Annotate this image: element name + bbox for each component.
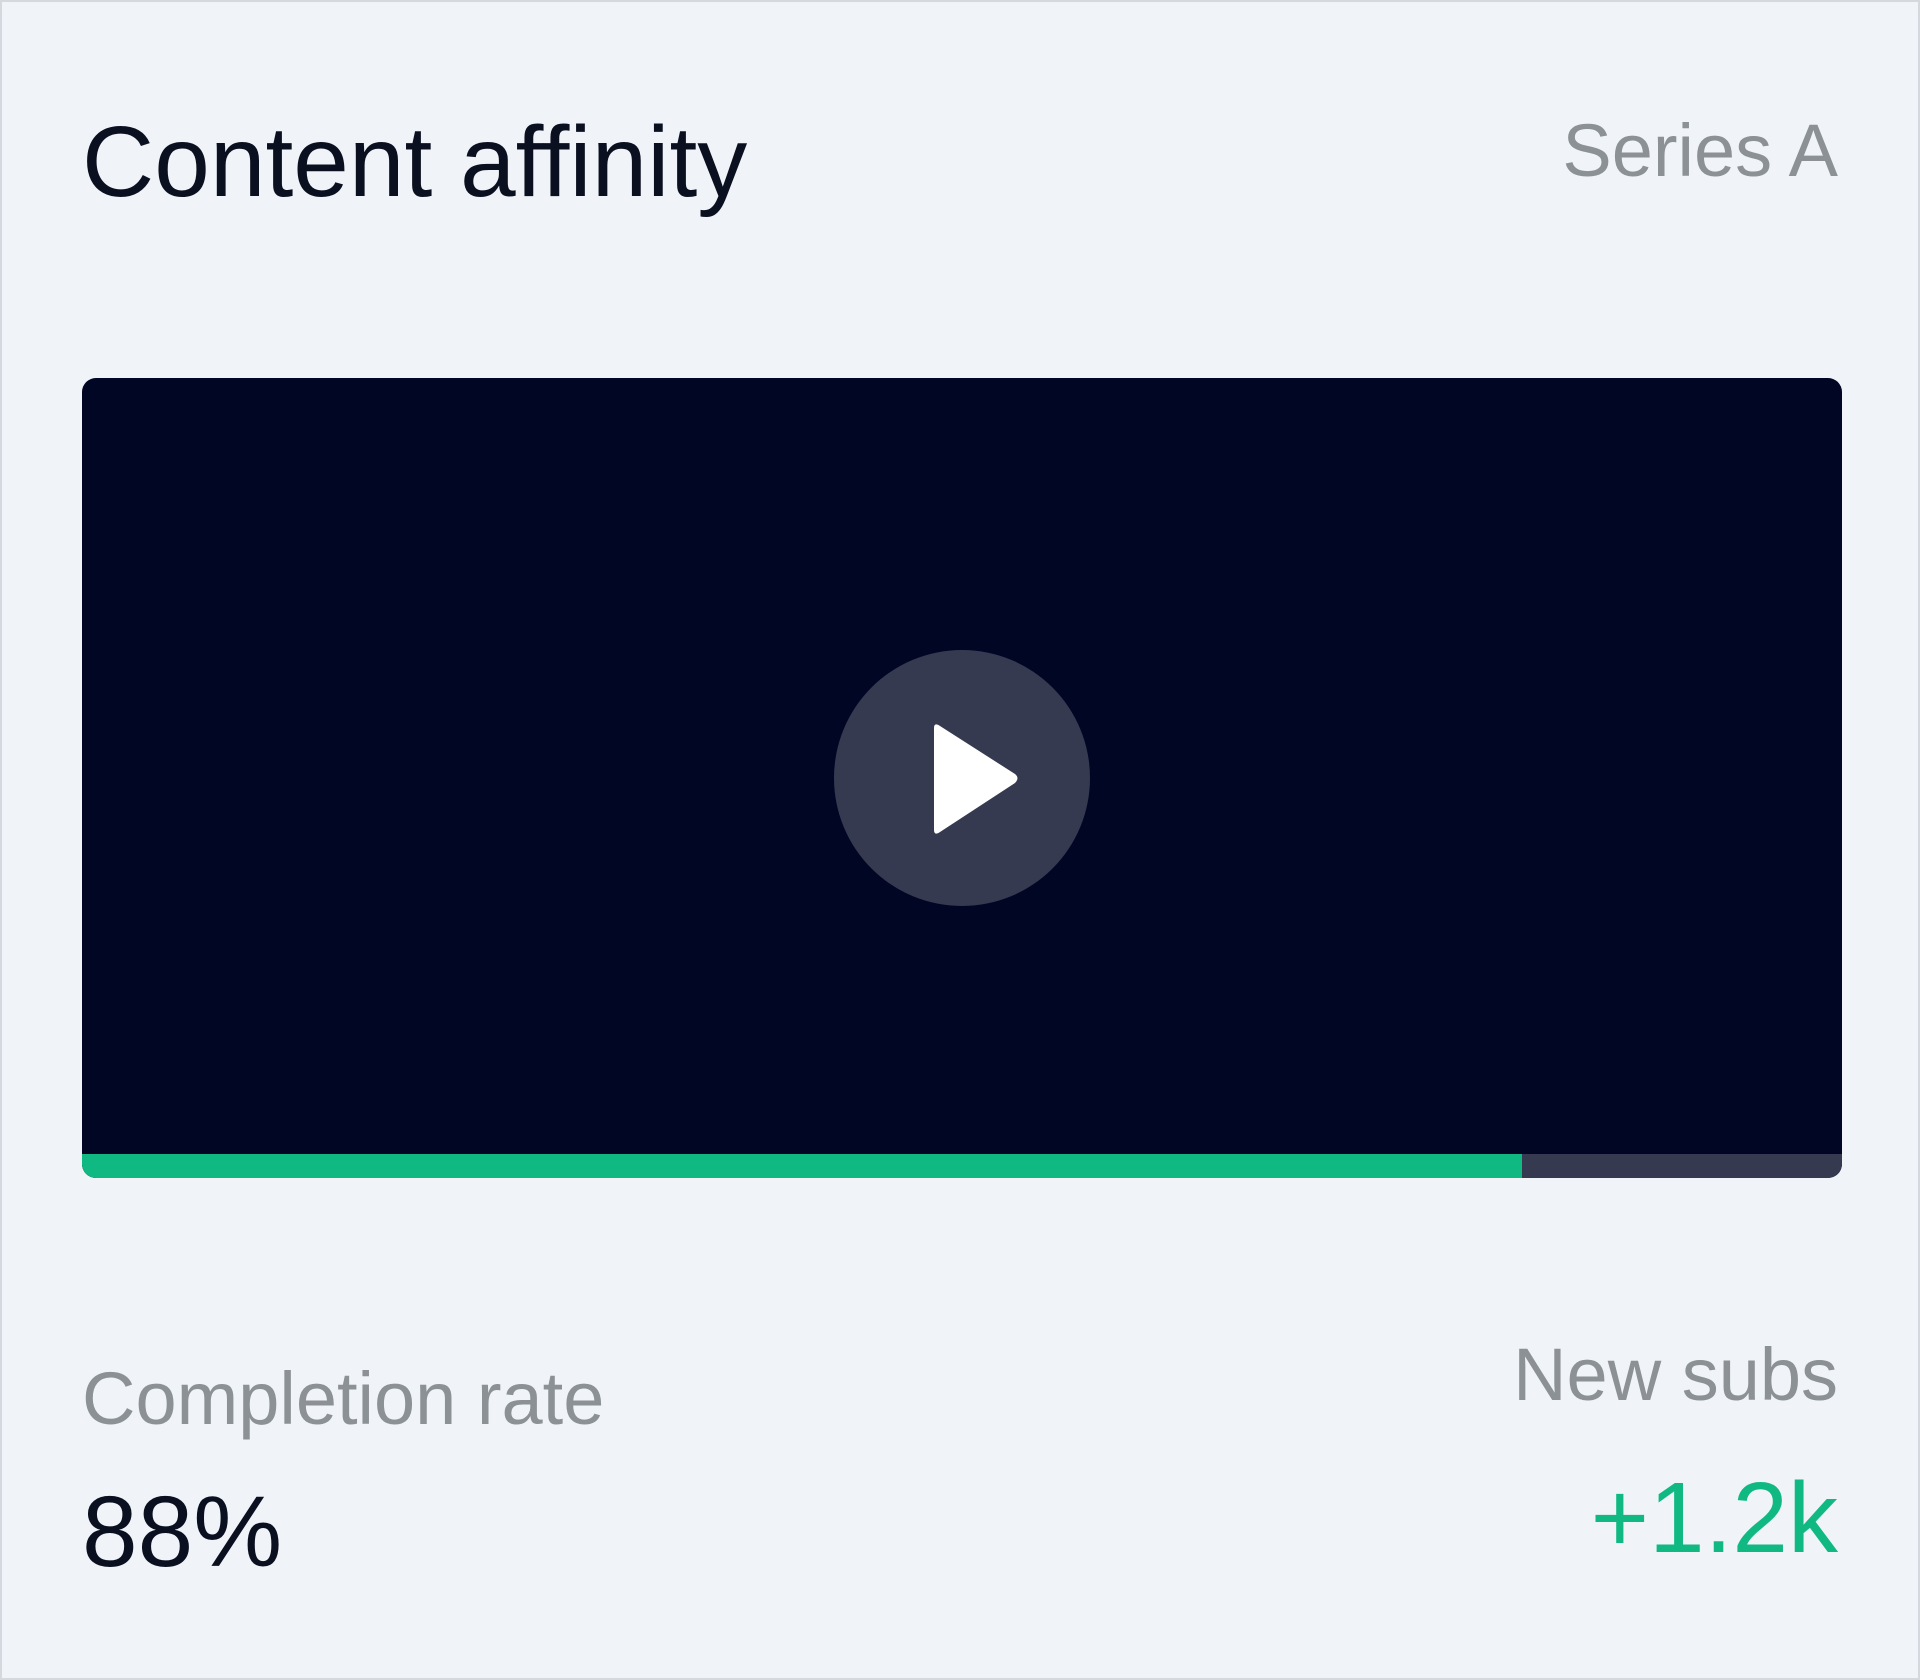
completion-rate-label: Completion rate: [82, 1357, 605, 1440]
progress-fill: [82, 1154, 1522, 1178]
play-icon: [934, 724, 1018, 834]
card-title: Content affinity: [82, 106, 748, 218]
video-player[interactable]: [82, 378, 1842, 1178]
content-affinity-card: Content affinity Series A Completion rat…: [0, 0, 1920, 1680]
completion-rate-value: 88%: [82, 1476, 283, 1588]
series-label: Series A: [1562, 109, 1838, 192]
play-button[interactable]: [834, 650, 1090, 906]
new-subs-label: New subs: [1513, 1333, 1838, 1416]
progress-track[interactable]: [82, 1154, 1842, 1178]
new-subs-value: +1.2k: [1590, 1462, 1838, 1574]
